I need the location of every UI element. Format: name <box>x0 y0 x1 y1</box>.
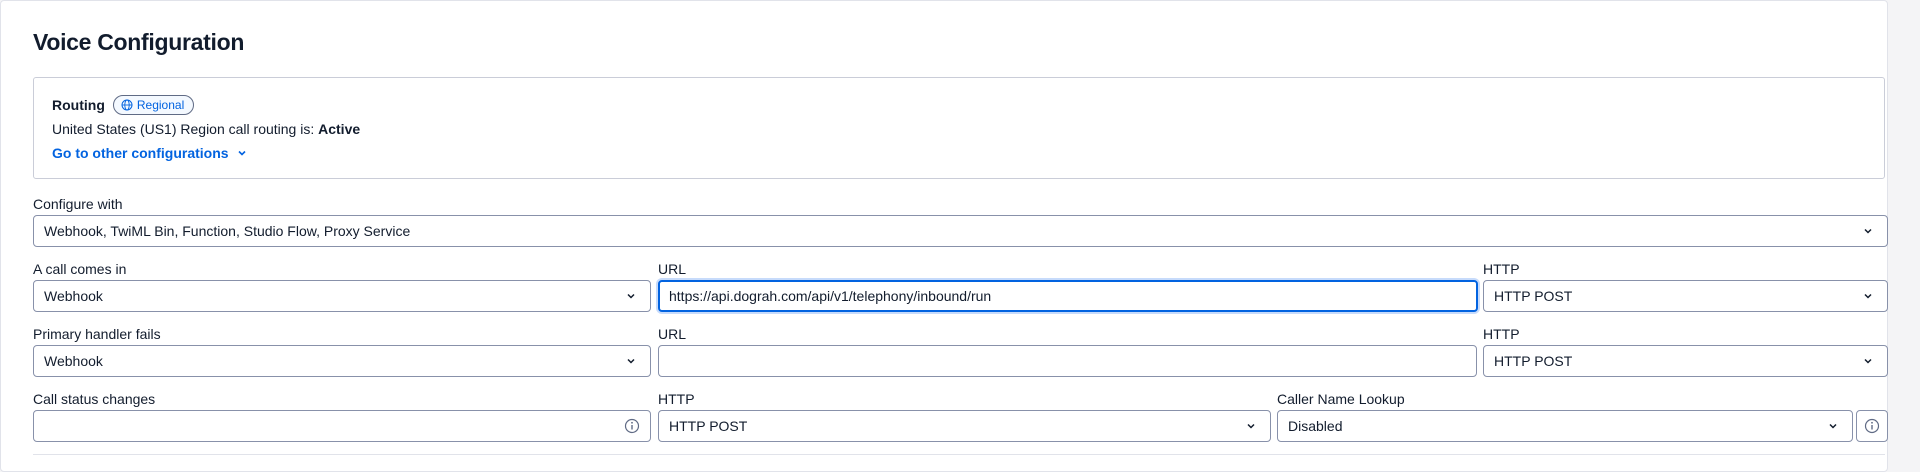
primary-handler-fails-http-select[interactable]: HTTP POST <box>1483 345 1888 377</box>
primary-handler-fails-label: Primary handler fails <box>33 326 161 342</box>
chevron-down-icon <box>627 293 635 299</box>
chevron-down-icon <box>1864 358 1872 364</box>
routing-label: Routing <box>52 97 105 113</box>
caller-name-lookup-select[interactable]: Disabled <box>1277 410 1853 442</box>
call-comes-in-url-input[interactable]: https://api.dograh.com/api/v1/telephony/… <box>658 280 1478 312</box>
info-icon <box>1864 418 1880 434</box>
chevron-down-icon <box>1829 423 1837 429</box>
primary-handler-fails-type-value: Webhook <box>44 353 103 369</box>
info-icon[interactable] <box>624 418 640 434</box>
configure-with-label: Configure with <box>33 196 123 212</box>
caller-name-lookup-label: Caller Name Lookup <box>1277 391 1405 407</box>
primary-handler-fails-type-select[interactable]: Webhook <box>33 345 651 377</box>
regional-badge-label: Regional <box>136 98 185 112</box>
chevron-down-icon <box>237 150 246 156</box>
call-comes-in-http-select[interactable]: HTTP POST <box>1483 280 1888 312</box>
section-divider <box>33 454 1885 455</box>
chevron-down-icon <box>1247 423 1255 429</box>
call-status-changes-http-select[interactable]: HTTP POST <box>658 410 1271 442</box>
page-title: Voice Configuration <box>33 29 245 55</box>
call-comes-in-url-value: https://api.dograh.com/api/v1/telephony/… <box>669 288 992 304</box>
caller-name-lookup-info-button[interactable] <box>1856 410 1888 442</box>
configure-with-select[interactable]: Webhook, TwiML Bin, Function, Studio Flo… <box>33 215 1888 247</box>
other-configurations-label: Go to other configurations <box>52 145 229 161</box>
primary-handler-fails-url-input[interactable] <box>658 345 1477 377</box>
call-comes-in-type-select[interactable]: Webhook <box>33 280 651 312</box>
regional-badge: Regional <box>112 95 195 115</box>
other-configurations-link[interactable]: Go to other configurations <box>52 145 247 161</box>
call-status-changes-http-value: HTTP POST <box>669 418 748 434</box>
routing-panel: Routing Regional United States (US1) Reg… <box>33 77 1885 179</box>
routing-header: Routing Regional <box>52 95 195 115</box>
primary-handler-fails-url-label: URL <box>658 326 687 342</box>
globe-icon <box>121 99 133 111</box>
call-status-changes-label: Call status changes <box>33 391 156 407</box>
configure-with-value: Webhook, TwiML Bin, Function, Studio Flo… <box>44 223 411 239</box>
caller-name-lookup-value: Disabled <box>1288 418 1343 434</box>
voice-configuration-card: Voice Configuration Routing Regional Uni… <box>0 0 1888 472</box>
call-comes-in-label: A call comes in <box>33 261 127 277</box>
chevron-down-icon <box>627 358 635 364</box>
primary-handler-fails-http-label: HTTP <box>1483 326 1520 342</box>
primary-handler-fails-http-value: HTTP POST <box>1494 353 1573 369</box>
chevron-down-icon <box>1864 293 1872 299</box>
call-comes-in-url-label: URL <box>658 261 687 277</box>
call-comes-in-type-value: Webhook <box>44 288 103 304</box>
chevron-down-icon <box>1864 228 1872 234</box>
routing-status-text: United States (US1) Region call routing … <box>52 121 319 137</box>
routing-status-value: Active <box>318 121 361 137</box>
call-status-changes-http-label: HTTP <box>658 391 695 407</box>
call-comes-in-http-label: HTTP <box>1483 261 1520 277</box>
call-status-changes-url-input[interactable] <box>33 410 651 442</box>
routing-status: United States (US1) Region call routing … <box>52 121 360 137</box>
call-comes-in-http-value: HTTP POST <box>1494 288 1573 304</box>
